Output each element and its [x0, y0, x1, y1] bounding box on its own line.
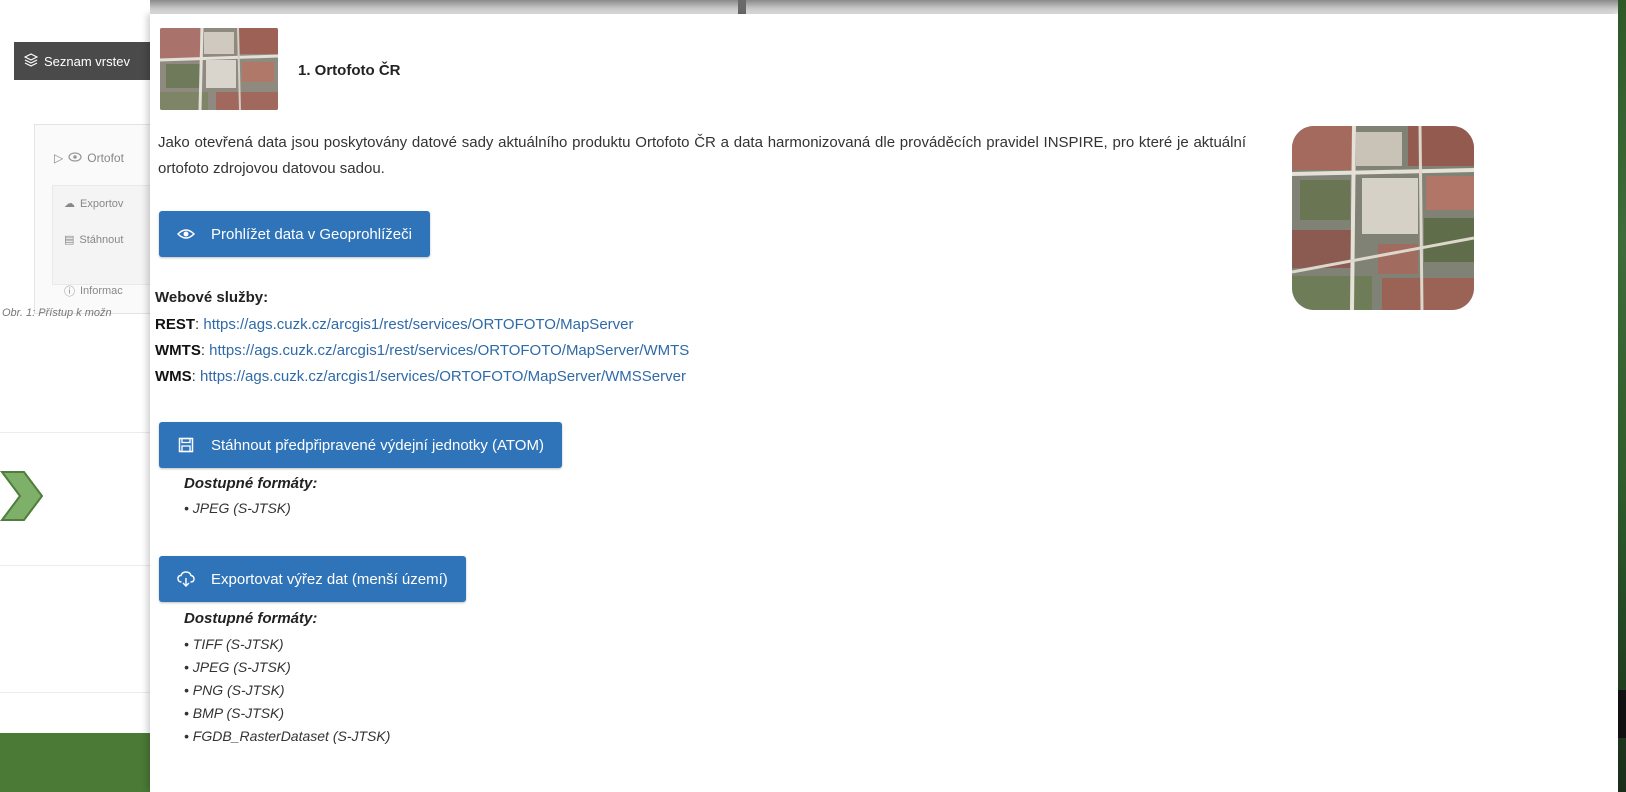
submenu-download[interactable]: ▤ Stáhnout [64, 233, 124, 247]
submenu-export[interactable]: ☁ Exportov [64, 197, 124, 211]
submenu-info[interactable]: ⓘ Informac [64, 283, 123, 299]
eye-icon [68, 151, 82, 165]
service-rest: REST: https://ags.cuzk.cz/arcgis1/rest/s… [155, 316, 634, 333]
format-item: • PNG (S-JTSK) [184, 682, 285, 698]
layers-icon [23, 52, 39, 70]
submenu-export-label: Exportov [80, 197, 124, 210]
format-item: • JPEG (S-JTSK) [184, 500, 291, 516]
view-in-geoviewer-button[interactable]: Prohlížet data v Geoprohlížeči [159, 211, 430, 257]
export-extent-button[interactable]: Exportovat výřez dat (menší území) [159, 556, 466, 602]
expand-triangle-icon: ▷ [54, 151, 64, 165]
service-label: WMS [155, 368, 192, 385]
service-wmts: WMTS: https://ags.cuzk.cz/arcgis1/rest/s… [155, 342, 690, 359]
format-item: • TIFF (S-JTSK) [184, 636, 284, 652]
layer-row-label: Ortofot [87, 151, 124, 165]
format-item: • FGDB_RasterDataset (S-JTSK) [184, 728, 391, 744]
layer-row-ortofoto[interactable]: ▷ Ortofot [54, 151, 124, 165]
divider [0, 565, 160, 566]
strip-notch [738, 0, 746, 14]
view-button-label: Prohlížet data v Geoprohlížeči [211, 225, 412, 243]
service-link[interactable]: https://ags.cuzk.cz/arcgis1/rest/service… [203, 316, 633, 333]
divider [0, 432, 160, 433]
next-arrow-icon[interactable] [0, 468, 44, 524]
footer-green-bar [0, 733, 160, 792]
figure-caption: Obr. 1: Přístup k možn [2, 307, 112, 319]
export-formats-heading: Dostupné formáty: [184, 610, 318, 627]
layer-list-button[interactable]: Seznam vrstev [14, 42, 164, 80]
cloud-download-icon [177, 570, 195, 588]
layer-list-label: Seznam vrstev [44, 53, 130, 69]
save-icon [177, 436, 195, 454]
export-button-label: Exportovat výřez dat (menší území) [211, 570, 448, 588]
download-button-label: Stáhnout předpřipravené výdejní jednotky… [211, 436, 544, 454]
service-link[interactable]: https://ags.cuzk.cz/arcgis1/rest/service… [209, 342, 689, 359]
dataset-detail-modal: 1. Ortofoto ČR Jako otevřená data jsou p… [150, 14, 1618, 792]
dataset-description: Jako otevřená data jsou poskytovány dato… [158, 134, 1246, 177]
orthophoto-preview-image [1292, 126, 1474, 310]
web-services-heading: Webové služby: [155, 289, 269, 306]
service-label: REST [155, 316, 196, 333]
service-wms: WMS: https://ags.cuzk.cz/arcgis1/service… [155, 368, 686, 385]
right-edge-strip [1618, 0, 1626, 792]
divider [0, 692, 160, 693]
dataset-thumbnail [160, 28, 278, 110]
dataset-title: 1. Ortofoto ČR [298, 62, 401, 79]
submenu-download-label: Stáhnout [79, 233, 124, 246]
service-link[interactable]: https://ags.cuzk.cz/arcgis1/services/ORT… [200, 368, 686, 385]
eye-icon [177, 225, 195, 243]
format-item: • BMP (S-JTSK) [184, 705, 285, 721]
download-atom-button[interactable]: Stáhnout předpřipravené výdejní jednotky… [159, 422, 562, 468]
window-top-strip [150, 0, 1626, 14]
service-label: WMTS [155, 342, 201, 359]
info-icon: ⓘ [64, 286, 75, 298]
submenu-info-label: Informac [80, 285, 123, 297]
download-formats-heading: Dostupné formáty: [184, 475, 318, 492]
cloud-download-icon: ☁ [64, 198, 75, 210]
format-item: • JPEG (S-JTSK) [184, 659, 291, 675]
save-icon: ▤ [64, 234, 75, 246]
right-edge-dark [1618, 690, 1626, 738]
